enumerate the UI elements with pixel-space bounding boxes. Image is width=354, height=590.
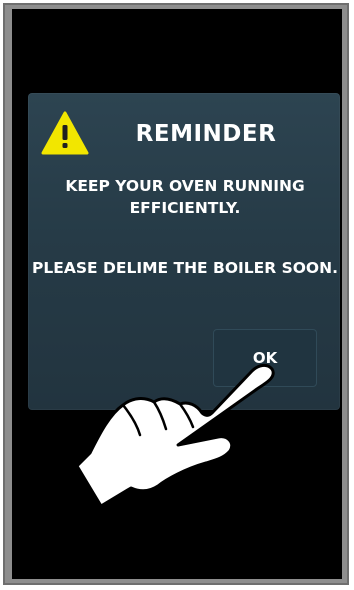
reminder-message-oven: KEEP YOUR OVEN RUNNING EFFICIENTLY. [65,177,305,217]
reminder-message-delime: PLEASE DELIME THE BOILER SOON. [32,259,338,277]
ok-button[interactable]: OK [213,329,317,387]
ok-button-label: OK [252,349,278,367]
dialog-title: REMINDER [135,121,277,147]
